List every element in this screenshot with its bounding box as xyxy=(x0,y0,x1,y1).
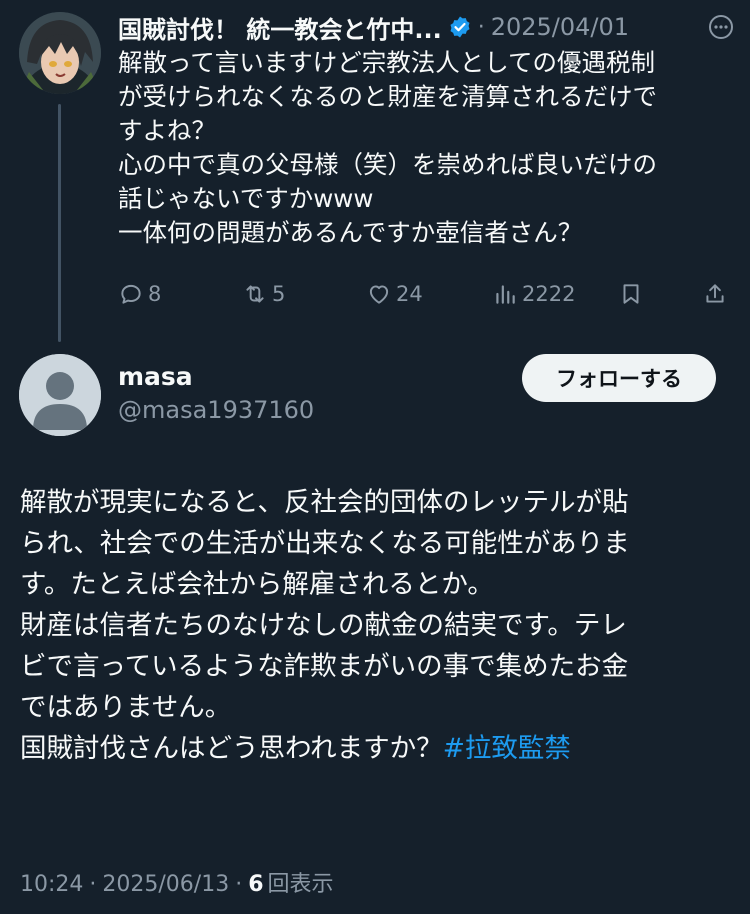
reply-text-body: 解散が現実になると、反社会的団体のレッテルが貼 られ、社会での生活が出来なくなる… xyxy=(20,487,630,764)
reply-count: 8 xyxy=(148,282,162,306)
default-profile-icon xyxy=(19,354,101,436)
view-count: 6 xyxy=(248,872,264,897)
follow-button[interactable]: フォローする xyxy=(522,354,716,402)
share-icon xyxy=(706,284,724,303)
author-name[interactable]: 国賊討伐！ 統一教会と竹中... xyxy=(118,10,442,45)
reply-button[interactable]: 8 xyxy=(118,278,161,310)
hashtag-link[interactable]: #拉致監禁 xyxy=(443,733,571,764)
share-button[interactable] xyxy=(702,278,732,310)
tweet-meta: 10:24 · 2025/06/13 · 6 回表示 xyxy=(20,866,334,898)
more-options-icon[interactable] xyxy=(708,14,734,40)
reply-author-handle[interactable]: @masa1937160 xyxy=(118,396,314,424)
anime-avatar-image xyxy=(19,12,101,94)
reply-icon xyxy=(121,284,141,304)
retweet-button[interactable]: 5 xyxy=(242,278,285,310)
views-count: 2222 xyxy=(522,282,576,306)
reply-author-name[interactable]: masa xyxy=(118,362,193,391)
views-chart-icon xyxy=(496,285,515,304)
bookmark-button[interactable] xyxy=(618,278,648,310)
tweet-date[interactable]: 2025/06/13 xyxy=(102,872,229,897)
avatar[interactable] xyxy=(19,354,101,436)
separator-dot: · xyxy=(89,872,97,897)
bookmark-icon xyxy=(623,284,639,304)
retweet-count: 5 xyxy=(272,282,286,306)
tweet-actions: 8 5 24 2222 xyxy=(118,278,740,310)
tweet-date[interactable]: 2025/04/01 xyxy=(491,13,629,41)
tweet-text: 解散って言いますけど宗教法人としての優遇税制 が受けられなくなるのと財産を清算さ… xyxy=(118,48,657,247)
views-button[interactable]: 2222 xyxy=(492,278,575,310)
verified-badge-icon xyxy=(448,15,472,39)
view-label: 回表示 xyxy=(267,872,334,897)
thread-connector-line xyxy=(58,104,61,342)
reply-tweet-text: 解散が現実になると、反社会的団体のレッテルが貼 られ、社会での生活が出来なくなる… xyxy=(20,482,732,769)
separator-dot: · xyxy=(477,14,485,40)
like-button[interactable]: 24 xyxy=(366,278,423,310)
retweet-icon xyxy=(246,285,264,303)
tweet-header: 国賊討伐！ 統一教会と竹中... · 2025/04/01 xyxy=(118,10,740,44)
avatar[interactable] xyxy=(19,12,101,94)
separator-dot: · xyxy=(235,872,243,897)
tweet-time[interactable]: 10:24 xyxy=(20,872,83,897)
like-count: 24 xyxy=(396,282,423,306)
heart-icon xyxy=(369,285,389,304)
